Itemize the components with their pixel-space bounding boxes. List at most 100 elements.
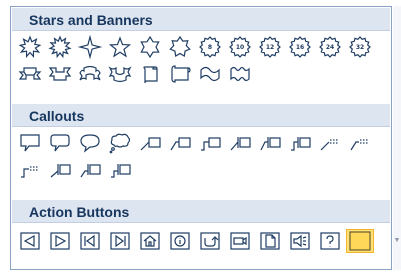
action-movie-shape-button[interactable] (226, 229, 254, 253)
curved-up-ribbon-shape-button[interactable] (76, 62, 104, 86)
12-point-star-icon: 12 (259, 36, 281, 58)
action-forward-shape-button[interactable] (46, 229, 74, 253)
section-header-action-buttons: Action Buttons (12, 200, 390, 223)
4-point-star-shape-button[interactable] (76, 34, 104, 60)
line-callout-2-shape-button[interactable] (166, 131, 194, 155)
32-point-star-shape-button[interactable]: 32 (346, 35, 374, 59)
shapes-gallery-panel: Stars and Banners 8 10 12 16 24 32 Callouts A… (10, 6, 392, 270)
vertical-scroll-shape-button[interactable] (136, 62, 164, 86)
oval-callout-icon (80, 134, 100, 153)
10-point-star-shape-button[interactable]: 10 (226, 35, 254, 59)
action-movie-icon (230, 232, 250, 250)
7-point-star-shape-button[interactable] (166, 35, 194, 59)
6-point-star-shape-button[interactable] (136, 35, 164, 59)
action-beginning-icon (80, 232, 100, 250)
svg-text:10: 10 (236, 44, 244, 51)
empty-grid-cell (256, 62, 286, 86)
line-callout-1-shape-button[interactable] (136, 131, 164, 155)
12-point-star-shape-button[interactable]: 12 (256, 35, 284, 59)
oval-callout-shape-button[interactable] (76, 131, 104, 155)
16-point-star-shape-button[interactable]: 16 (286, 35, 314, 59)
scroll-down-icon[interactable]: ▼ (393, 236, 401, 246)
action-end-icon (110, 232, 130, 250)
action-forward-icon (50, 232, 70, 250)
line-callout-2-no-border-shape-button[interactable] (346, 131, 374, 155)
svg-text:32: 32 (356, 44, 364, 51)
line-callout-1-accent-bar-icon (230, 137, 251, 151)
action-document-shape-button[interactable] (256, 229, 284, 253)
svg-text:16: 16 (296, 44, 304, 51)
4-point-star-icon (77, 34, 103, 60)
wave-icon (200, 66, 220, 82)
5-point-star-shape-button[interactable] (106, 35, 134, 59)
action-sound-shape-button[interactable] (286, 229, 314, 253)
empty-grid-cell (316, 158, 346, 182)
line-callout-3-no-border-shape-button[interactable] (16, 158, 44, 182)
rounded-rectangular-callout-shape-button[interactable] (46, 131, 74, 155)
horizontal-scroll-shape-button[interactable] (166, 62, 194, 86)
line-callout-1-border-and-accent-bar-shape-button[interactable] (46, 158, 74, 182)
line-callout-2-icon (170, 137, 191, 151)
down-ribbon-icon (48, 67, 72, 81)
line-callout-3-border-and-accent-bar-shape-button[interactable] (106, 158, 134, 182)
section-header-callouts: Callouts (12, 104, 390, 127)
rounded-rectangular-callout-icon (50, 134, 70, 152)
action-information-shape-button[interactable] (166, 229, 194, 253)
action-help-shape-button[interactable] (316, 229, 344, 253)
action-custom-icon (349, 231, 371, 251)
32-point-star-icon: 32 (349, 36, 371, 58)
down-ribbon-shape-button[interactable] (46, 62, 74, 86)
curved-down-ribbon-shape-button[interactable] (106, 62, 134, 86)
action-beginning-shape-button[interactable] (76, 229, 104, 253)
24-point-star-shape-button[interactable]: 24 (316, 35, 344, 59)
action-back-shape-button[interactable] (16, 229, 44, 253)
up-ribbon-icon (18, 67, 42, 80)
6-point-star-icon (140, 35, 160, 59)
action-buttons-grid (16, 229, 388, 253)
wave-shape-button[interactable] (196, 62, 224, 86)
up-ribbon-shape-button[interactable] (16, 62, 44, 86)
section-title: Stars and Banners (29, 12, 153, 28)
empty-grid-cell (166, 158, 196, 182)
line-callout-1-no-border-shape-button[interactable] (316, 131, 344, 155)
svg-text:24: 24 (326, 44, 334, 51)
action-custom-shape-button[interactable] (346, 229, 374, 253)
line-callout-2-border-and-accent-bar-shape-button[interactable] (76, 158, 104, 182)
horizontal-scroll-icon (171, 65, 191, 83)
action-information-icon (170, 232, 190, 250)
line-callout-1-icon (140, 137, 161, 151)
action-home-shape-button[interactable] (136, 229, 164, 253)
action-return-shape-button[interactable] (196, 229, 224, 253)
line-callout-2-accent-bar-shape-button[interactable] (256, 131, 284, 155)
double-wave-shape-button[interactable] (226, 62, 254, 86)
empty-grid-cell (286, 62, 316, 86)
empty-grid-cell (256, 158, 286, 182)
svg-text:12: 12 (266, 44, 274, 51)
explosion-1-icon (18, 35, 42, 58)
action-sound-icon (290, 232, 310, 250)
line-callout-1-accent-bar-shape-button[interactable] (226, 131, 254, 155)
action-back-icon (20, 232, 40, 250)
rectangular-callout-shape-button[interactable] (16, 131, 44, 155)
gallery-scrollbar[interactable] (393, 6, 401, 270)
callouts-grid (16, 131, 388, 182)
curved-down-ribbon-icon (108, 66, 132, 83)
line-callout-3-shape-button[interactable] (196, 131, 224, 155)
24-point-star-icon: 24 (319, 36, 341, 58)
5-point-star-icon (108, 36, 132, 58)
explosion-2-shape-button[interactable] (46, 35, 74, 59)
stars-and-banners-grid: 8 10 12 16 24 32 (16, 34, 388, 86)
cloud-callout-shape-button[interactable] (106, 131, 134, 155)
action-help-icon (320, 232, 340, 250)
8-point-star-shape-button[interactable]: 8 (196, 35, 224, 59)
explosion-2-icon (48, 35, 72, 59)
section-title: Action Buttons (29, 204, 130, 220)
explosion-1-shape-button[interactable] (16, 35, 44, 59)
action-return-icon (200, 232, 220, 250)
action-end-shape-button[interactable] (106, 229, 134, 253)
line-callout-3-accent-bar-shape-button[interactable] (286, 131, 314, 155)
section-header-stars-and-banners: Stars and Banners (12, 8, 390, 31)
curved-up-ribbon-icon (79, 65, 101, 81)
empty-grid-cell (136, 158, 166, 182)
action-home-icon (140, 232, 160, 250)
